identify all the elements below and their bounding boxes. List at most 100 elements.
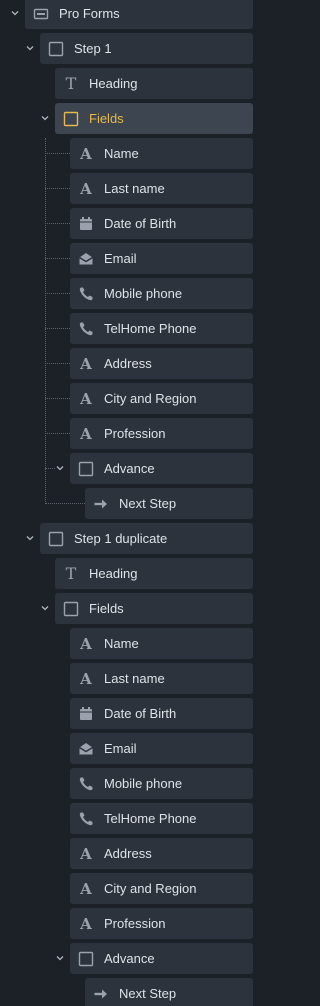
tree-item-field-label: TelHome Phone [104, 811, 197, 826]
toggle-advance[interactable] [53, 461, 67, 475]
chevron-down-icon [56, 956, 64, 961]
chevron-down-icon [26, 46, 34, 51]
square-icon [48, 531, 64, 547]
phone-icon [78, 321, 94, 337]
toggle-advance[interactable] [53, 951, 67, 965]
tree-item-field[interactable]: Email [70, 243, 253, 274]
tree-connector [45, 363, 70, 364]
tree-item-field-label: City and Region [104, 391, 197, 406]
tree-item-field[interactable]: A Address [70, 838, 253, 869]
text-type-icon: T [65, 563, 77, 583]
text-field-icon: A [80, 389, 92, 408]
tree-item-next-step-label: Next Step [119, 986, 177, 1001]
tree-item-heading[interactable]: T Heading [55, 558, 253, 589]
chevron-down-icon [56, 466, 64, 471]
tree-connector [45, 433, 70, 434]
text-field-icon: A [80, 424, 92, 443]
text-field-icon: A [80, 179, 92, 198]
tree-item-fields-label: Fields [89, 601, 124, 616]
tree-item-field[interactable]: Date of Birth [70, 698, 253, 729]
tree-item-advance[interactable]: Advance [70, 453, 253, 484]
tree-item-field[interactable]: A Profession [70, 418, 253, 449]
form-icon [33, 6, 49, 22]
tree-connector [45, 258, 70, 259]
tree-item-field-label: Date of Birth [104, 706, 177, 721]
tree-item-field-label: Last name [104, 671, 165, 686]
tree-item-pro-forms[interactable]: Pro Forms [25, 0, 253, 29]
tree-item-field[interactable]: A Name [70, 628, 253, 659]
tree-item-field-label: TelHome Phone [104, 321, 197, 336]
chevron-down-icon [41, 606, 49, 611]
tree-item-advance-label: Advance [104, 461, 155, 476]
arrow-right-icon [93, 986, 109, 1002]
tree-item-field[interactable]: Email [70, 733, 253, 764]
tree-item-field[interactable]: A City and Region [70, 873, 253, 904]
tree-item-field[interactable]: Mobile phone [70, 768, 253, 799]
chevron-down-icon [26, 536, 34, 541]
tree-item-field[interactable]: Mobile phone [70, 278, 253, 309]
toggle-fields[interactable] [38, 111, 52, 125]
tree-item-field-label: Mobile phone [104, 776, 183, 791]
toggle-pro-forms[interactable] [8, 6, 22, 20]
tree-item-advance[interactable]: Advance [70, 943, 253, 974]
envelope-icon [78, 741, 94, 757]
tree-connector [45, 503, 85, 504]
text-field-icon: A [80, 634, 92, 653]
tree-item-heading-label: Heading [89, 76, 138, 91]
text-field-icon: A [80, 914, 92, 933]
tree-item-field-label: Name [104, 636, 139, 651]
tree-connector [45, 223, 70, 224]
tree-item-fields[interactable]: Fields [55, 103, 253, 134]
tree-item-field[interactable]: A Name [70, 138, 253, 169]
calendar-icon [78, 706, 94, 722]
tree-item-field[interactable]: A City and Region [70, 383, 253, 414]
tree-item-field[interactable]: TelHome Phone [70, 313, 253, 344]
tree-item-step1-label: Step 1 [74, 41, 112, 56]
tree-item-field-label: Address [104, 846, 152, 861]
tree-item-field[interactable]: A Address [70, 348, 253, 379]
tree-connector [45, 398, 70, 399]
tree-item-heading[interactable]: T Heading [55, 68, 253, 99]
text-field-icon: A [80, 669, 92, 688]
chevron-down-icon [41, 116, 49, 121]
tree-item-field-label: Name [104, 146, 139, 161]
tree-item-field[interactable]: A Last name [70, 663, 253, 694]
tree-item-field[interactable]: A Last name [70, 173, 253, 204]
phone-icon [78, 811, 94, 827]
tree-item-field[interactable]: A Profession [70, 908, 253, 939]
tree-item-fields[interactable]: Fields [55, 593, 253, 624]
toggle-step1[interactable] [23, 41, 37, 55]
layers-tree-panel: Pro Forms Step 1 T Heading Fields A Name A Last … [0, 0, 266, 1006]
text-field-icon: A [80, 144, 92, 163]
tree-item-field-label: Profession [104, 426, 166, 441]
tree-item-field-label: Profession [104, 916, 166, 931]
envelope-icon [78, 251, 94, 267]
tree-item-heading-label: Heading [89, 566, 138, 581]
tree-item-fields-label: Fields [89, 111, 124, 126]
tree-connector [45, 328, 70, 329]
tree-guide-line [45, 138, 46, 504]
tree-item-step1dup[interactable]: Step 1 duplicate [40, 523, 253, 554]
toggle-step1dup[interactable] [23, 531, 37, 545]
tree-item-step1[interactable]: Step 1 [40, 33, 253, 64]
tree-item-field-label: Email [104, 251, 137, 266]
tree-item-step1dup-label: Step 1 duplicate [74, 531, 168, 546]
tree-item-field-label: Last name [104, 181, 165, 196]
tree-item-field-label: Address [104, 356, 152, 371]
tree-item-next-step[interactable]: Next Step [85, 488, 253, 519]
tree-item-field-label: Date of Birth [104, 216, 177, 231]
tree-item-field[interactable]: Date of Birth [70, 208, 253, 239]
chevron-down-icon [11, 11, 19, 16]
tree-item-next-step-label: Next Step [119, 496, 177, 511]
phone-icon [78, 286, 94, 302]
square-icon [78, 951, 94, 967]
text-field-icon: A [80, 844, 92, 863]
tree-item-field[interactable]: TelHome Phone [70, 803, 253, 834]
tree-item-field-label: Email [104, 741, 137, 756]
tree-item-pro-forms-label: Pro Forms [59, 6, 120, 21]
tree-connector [45, 153, 70, 154]
tree-item-next-step[interactable]: Next Step [85, 978, 253, 1006]
toggle-fields[interactable] [38, 601, 52, 615]
text-field-icon: A [80, 354, 92, 373]
tree-item-field-label: Mobile phone [104, 286, 183, 301]
